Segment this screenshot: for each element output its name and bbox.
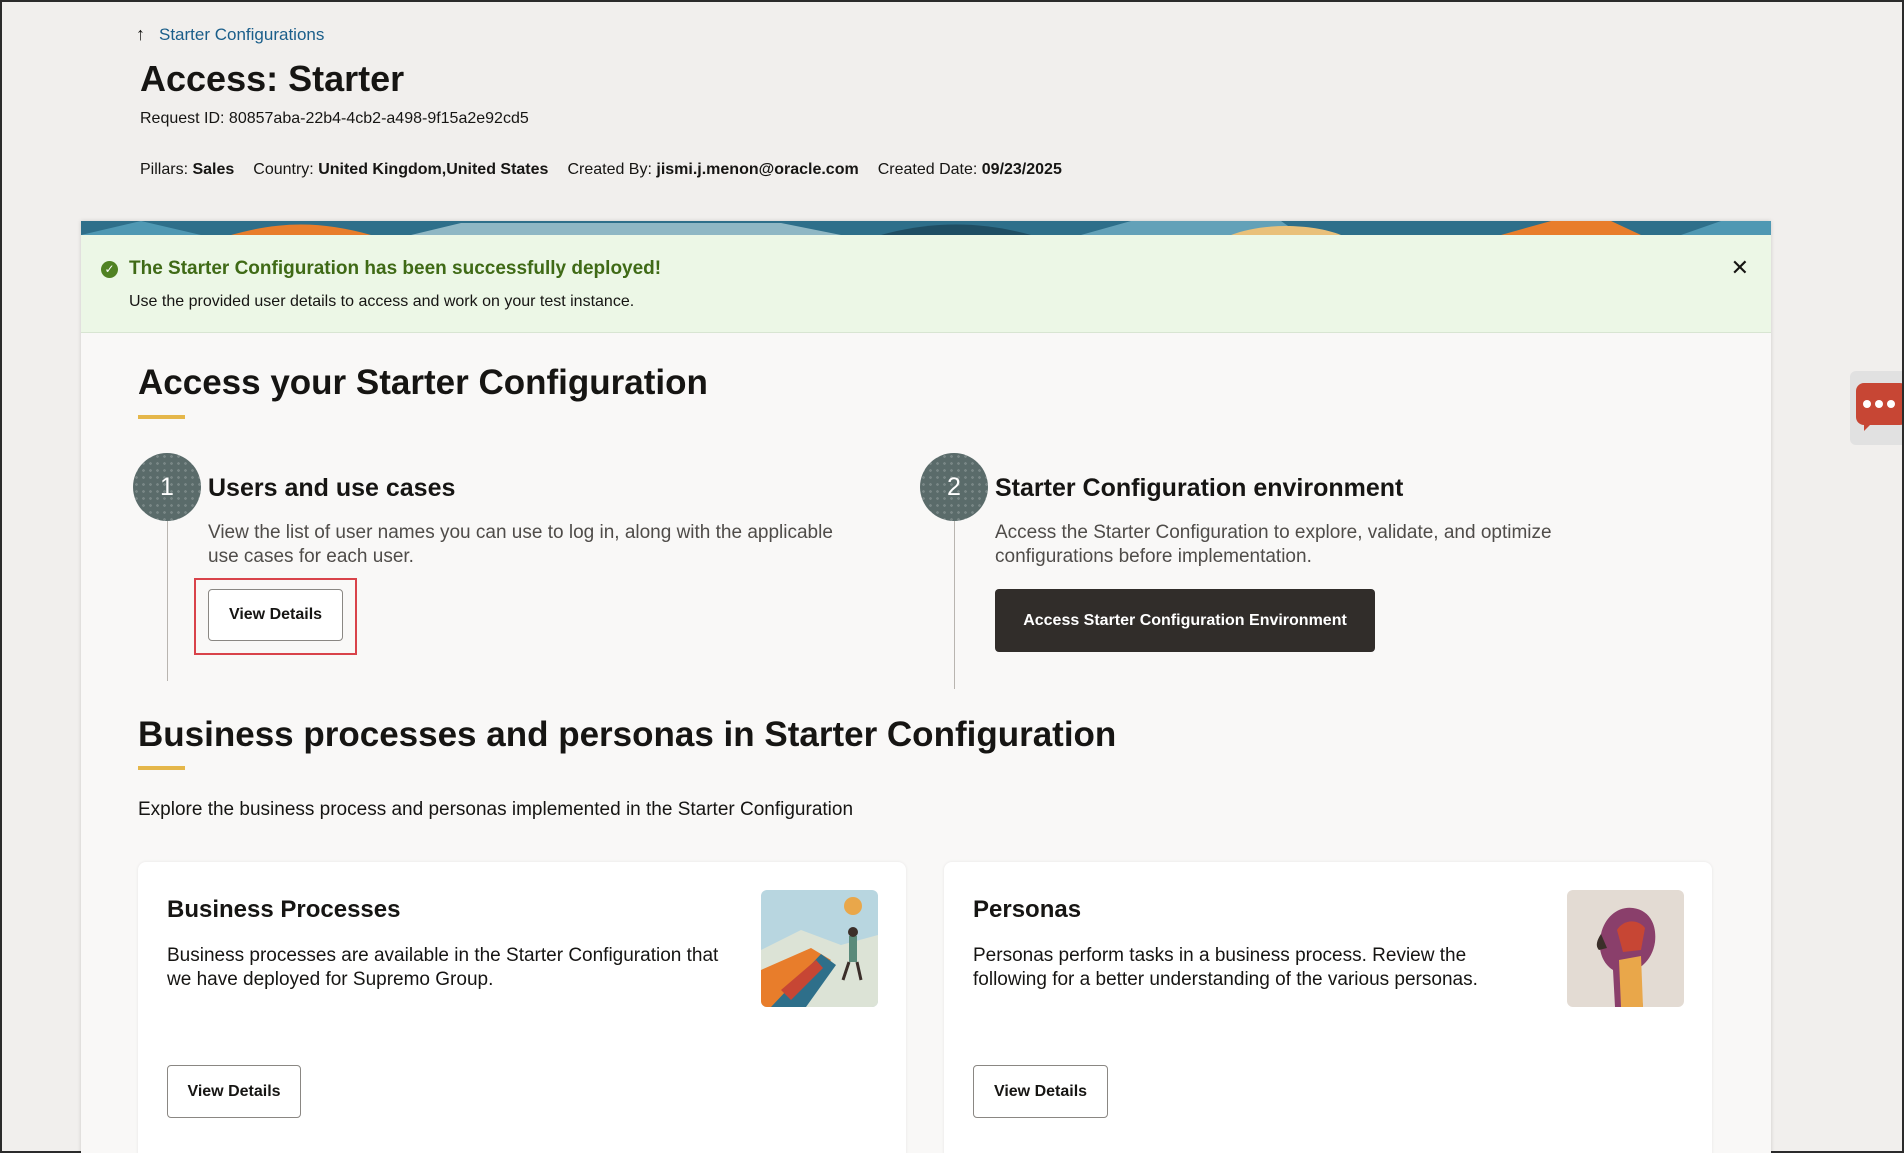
step-2-line xyxy=(954,521,955,689)
chat-widget[interactable] xyxy=(1850,371,1902,445)
step-2-title: Starter Configuration environment xyxy=(995,474,1404,502)
business-processes-view-details-button[interactable]: View Details xyxy=(167,1065,301,1118)
meta-country: Country: United Kingdom,United States xyxy=(253,161,549,178)
step-1-description: View the list of user names you can use … xyxy=(208,522,833,567)
access-environment-button[interactable]: Access Starter Configuration Environment xyxy=(995,589,1375,652)
business-intro: Explore the business process and persona… xyxy=(138,799,854,820)
alert-message: Use the provided user details to access … xyxy=(129,293,635,310)
business-processes-card: Business Processes Business processes ar… xyxy=(138,862,906,1153)
step-1-badge: 1 xyxy=(133,453,201,521)
meta-created-by: Created By: jismi.j.menon@oracle.com xyxy=(567,161,859,178)
personas-view-details-button[interactable]: View Details xyxy=(973,1065,1108,1118)
personas-card: Personas Personas perform tasks in a bus… xyxy=(944,862,1712,1153)
meta-pillars: Pillars: Sales xyxy=(140,161,235,178)
card-description: Personas perform tasks in a business pro… xyxy=(973,945,1478,990)
page-title: Access: Starter xyxy=(140,58,405,99)
success-alert: ✓ The Starter Configuration has been suc… xyxy=(81,235,1771,333)
step-1-line xyxy=(167,521,168,681)
users-view-details-button[interactable]: View Details xyxy=(208,589,343,641)
check-circle-icon: ✓ xyxy=(101,261,118,278)
meta-created-date: Created Date: 09/23/2025 xyxy=(877,161,1062,178)
main-card: ✓ The Starter Configuration has been suc… xyxy=(81,221,1771,1153)
business-processes-illustration xyxy=(761,890,878,1007)
step-2-description: Access the Starter Configuration to expl… xyxy=(995,522,1552,567)
access-section-title: Access your Starter Configuration xyxy=(138,363,708,402)
step-1-title: Users and use cases xyxy=(208,474,456,502)
alert-title: The Starter Configuration has been succe… xyxy=(129,258,662,279)
decorative-banner xyxy=(81,221,1771,235)
section-underline xyxy=(138,415,185,419)
step-2-badge: 2 xyxy=(920,453,988,521)
back-to-starter-configurations-link[interactable]: ↑ Starter Configurations xyxy=(136,24,324,45)
business-section-title: Business processes and personas in Start… xyxy=(138,715,1117,754)
personas-illustration xyxy=(1567,890,1684,1007)
request-id: Request ID: 80857aba-22b4-4cb2-a498-9f15… xyxy=(140,110,529,127)
card-title: Business Processes xyxy=(167,896,401,923)
meta-row: Pillars: Sales Country: United Kingdom,U… xyxy=(140,161,1062,179)
chat-bubble-icon xyxy=(1856,383,1902,425)
up-arrow-icon: ↑ xyxy=(136,24,145,44)
card-title: Personas xyxy=(973,896,1082,923)
section-underline xyxy=(138,766,185,770)
back-link-label: Starter Configurations xyxy=(159,24,325,44)
close-icon[interactable]: ✕ xyxy=(1731,255,1749,281)
card-description: Business processes are available in the … xyxy=(167,945,719,990)
